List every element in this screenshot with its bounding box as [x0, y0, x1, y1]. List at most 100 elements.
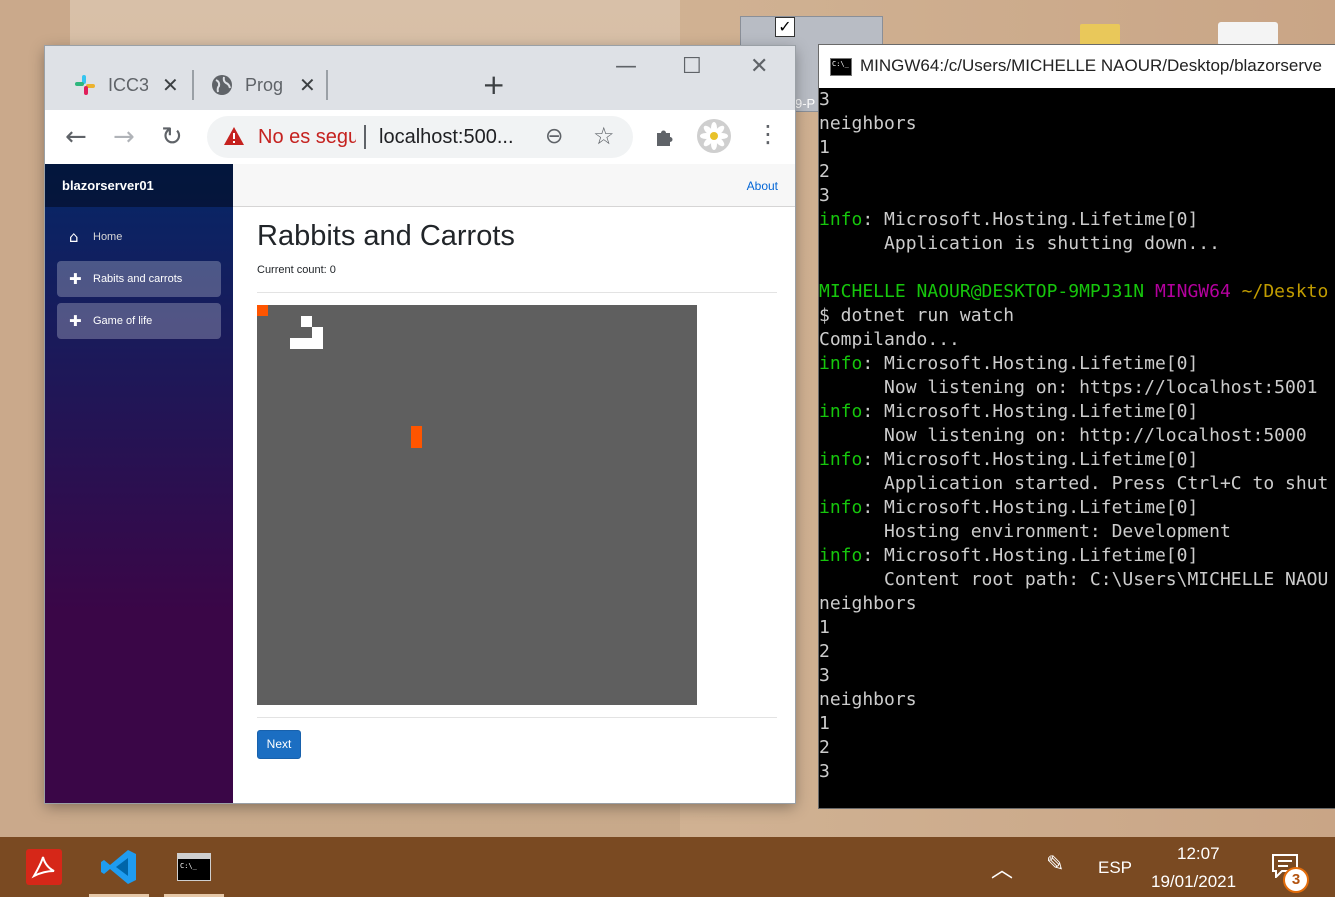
new-tab-button[interactable]: + — [482, 68, 505, 101]
simulation-board[interactable] — [257, 305, 697, 705]
terminal-text: neighbors — [819, 593, 917, 614]
carrot-cell — [257, 305, 268, 316]
terminal-title: MINGW64:/c/Users/MICHELLE NAOUR/Desktop/… — [860, 56, 1322, 75]
close-icon[interactable]: ✕ — [162, 73, 179, 97]
terminal-text: info — [819, 353, 863, 374]
extensions-puzzle-icon[interactable] — [653, 124, 677, 148]
kebab-menu-icon[interactable]: ⋮ — [756, 120, 780, 148]
tab-strip: ICC3 ✕ Prog ✕ + — ☐ ✕ — [45, 46, 795, 110]
terminal-text: 3 — [819, 89, 830, 110]
terminal-text: info — [819, 401, 863, 422]
terminal-text: Application is shutting down... — [819, 233, 1220, 254]
back-arrow-icon[interactable]: ← — [65, 122, 87, 152]
terminal-line: 3 — [819, 760, 1335, 784]
terminal-line: $ dotnet run watch — [819, 304, 1335, 328]
maximize-icon[interactable]: ☐ — [682, 54, 702, 79]
taskbar-app-vscode[interactable] — [89, 837, 149, 897]
page-title: Rabbits and Carrots — [257, 220, 515, 252]
bookmark-star-icon[interactable]: ☆ — [593, 122, 615, 150]
profile-avatar[interactable] — [697, 119, 731, 153]
sidebar-item-rabbits[interactable]: ✚ Rabits and carrots — [57, 261, 221, 297]
tab-title: ICC3 — [108, 74, 148, 95]
vscode-icon — [101, 850, 136, 884]
terminal-output[interactable]: 3 neighbors 1 2 3 info: Microsoft.Hosting.Lif… — [819, 88, 1335, 808]
taskbar-app-terminal[interactable]: C:\_ — [164, 837, 224, 897]
rabbit-cell — [301, 338, 312, 349]
clock-time[interactable]: 12:07 — [1177, 844, 1220, 864]
top-row: About — [233, 164, 795, 207]
terminal-text: : Microsoft.Hosting.Lifetime[0] — [862, 449, 1199, 470]
terminal-line: Compilando... — [819, 328, 1335, 352]
terminal-icon — [830, 58, 852, 76]
terminal-line: neighbors — [819, 688, 1335, 712]
sidebar-item-label: Home — [93, 231, 123, 243]
terminal-line: 2 — [819, 160, 1335, 184]
terminal-text: : Microsoft.Hosting.Lifetime[0] — [862, 353, 1199, 374]
url-text[interactable]: localhost:500... — [379, 126, 514, 149]
close-icon[interactable]: ✕ — [299, 73, 316, 97]
chevron-up-icon[interactable]: ︿ — [991, 852, 1013, 884]
minimize-icon[interactable]: — — [615, 54, 637, 79]
terminal-line: 2 — [819, 736, 1335, 760]
terminal-line: 3 — [819, 664, 1335, 688]
taskbar: C:\_ ︿ ✎ ESP 12:07 19/01/2021 — [0, 837, 1335, 897]
zoom-out-icon[interactable]: ⊖ — [545, 124, 563, 149]
terminal-text: info — [819, 497, 863, 518]
terminal-line: 2 — [819, 640, 1335, 664]
forward-arrow-icon[interactable]: → — [113, 122, 135, 152]
terminal-text: 2 — [819, 641, 830, 662]
slack-icon — [75, 75, 95, 95]
browser-toolbar: ← → ↻ No es segu localhost:500... ⊖ ☆ ⋮ — [45, 110, 795, 164]
checkbox-icon[interactable]: ✓ — [775, 17, 795, 37]
terminal-text: info — [819, 545, 863, 566]
terminal-line: 3 — [819, 88, 1335, 112]
terminal-text: info — [819, 449, 863, 470]
terminal-line: info: Microsoft.Hosting.Lifetime[0] — [819, 352, 1335, 376]
reload-icon[interactable]: ↻ — [161, 122, 183, 152]
language-indicator[interactable]: ESP — [1098, 858, 1132, 878]
terminal-line: info: Microsoft.Hosting.Lifetime[0] — [819, 544, 1335, 568]
clock-date[interactable]: 19/01/2021 — [1151, 872, 1236, 892]
terminal-line: 1 — [819, 136, 1335, 160]
terminal-line: Hosting environment: Development — [819, 520, 1335, 544]
address-divider — [364, 125, 366, 149]
globe-icon — [212, 75, 232, 95]
terminal-text: 1 — [819, 137, 830, 158]
terminal-window[interactable]: MINGW64:/c/Users/MICHELLE NAOUR/Desktop/… — [819, 45, 1335, 808]
next-button[interactable]: Next — [257, 730, 301, 759]
taskbar-app-acrobat[interactable] — [14, 837, 74, 897]
warning-icon[interactable] — [223, 126, 245, 146]
terminal-line: 1 — [819, 616, 1335, 640]
terminal-text: Application started. Press Ctrl+C to shu… — [819, 473, 1329, 494]
sidebar: blazorserver01 ⌂ Home ✚ Rabits and carro… — [45, 164, 233, 803]
terminal-titlebar[interactable]: MINGW64:/c/Users/MICHELLE NAOUR/Desktop/… — [819, 45, 1335, 88]
notification-badge[interactable]: 3 — [1283, 867, 1309, 893]
about-link[interactable]: About — [747, 179, 778, 193]
tab-divider — [326, 70, 328, 100]
home-icon: ⌂ — [69, 228, 79, 246]
address-bar[interactable]: No es segu localhost:500... ⊖ ☆ — [207, 116, 633, 158]
sidebar-item-label: Game of life — [93, 315, 153, 327]
terminal-line: neighbors — [819, 112, 1335, 136]
file-icon[interactable] — [1218, 22, 1278, 46]
terminal-text: Compilando... — [819, 329, 960, 350]
terminal-text: Now listening on: https://localhost:5001 — [819, 377, 1318, 398]
browser-window: ICC3 ✕ Prog ✕ + — ☐ ✕ ← → ↻ No es segu l… — [45, 46, 795, 803]
desktop-icon-label: 9-P — [795, 96, 816, 111]
terminal-text: ~/Deskto — [1241, 281, 1329, 302]
terminal-line: 3 — [819, 184, 1335, 208]
sidebar-item-home[interactable]: ⌂ Home — [57, 219, 221, 255]
plus-icon: ✚ — [69, 270, 82, 288]
pen-icon[interactable]: ✎ — [1046, 852, 1064, 877]
tab-prog[interactable]: Prog ✕ — [211, 70, 316, 100]
terminal-text: $ dotnet run watch — [819, 305, 1015, 326]
rabbit-cell — [290, 338, 301, 349]
terminal-text: 1 — [819, 713, 830, 734]
sidebar-item-game-of-life[interactable]: ✚ Game of life — [57, 303, 221, 339]
terminal-icon: C:\_ — [177, 853, 211, 881]
app-brand[interactable]: blazorserver01 — [45, 164, 233, 207]
security-chip[interactable]: No es segu — [258, 126, 356, 149]
terminal-text: : Microsoft.Hosting.Lifetime[0] — [862, 497, 1199, 518]
tab-icc3[interactable]: ICC3 ✕ — [74, 70, 179, 100]
window-close-icon[interactable]: ✕ — [750, 54, 768, 79]
